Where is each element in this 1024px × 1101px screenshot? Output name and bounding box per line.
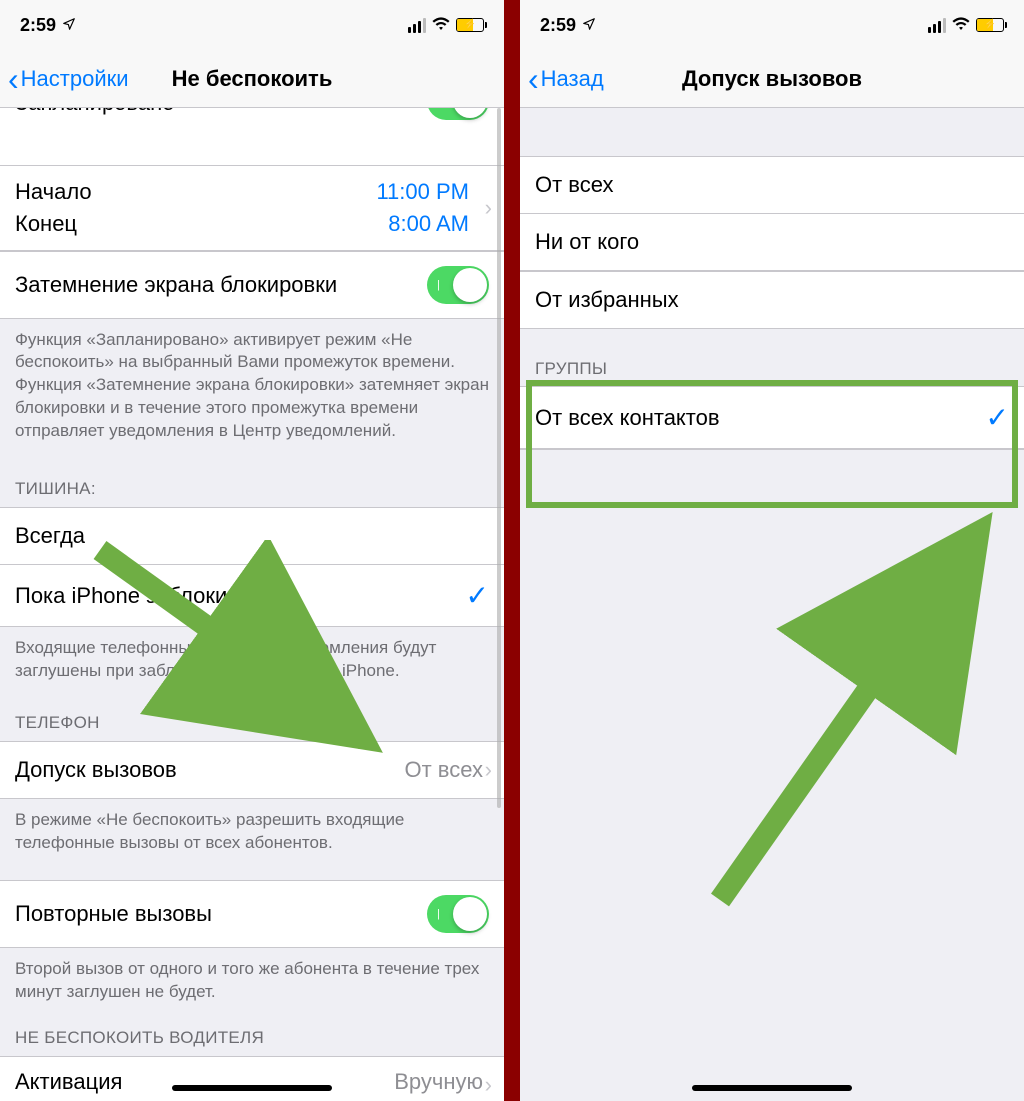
chevron-right-icon: › xyxy=(485,1072,492,1098)
content: От всех Ни от кого От избранных ГРУППЫ О… xyxy=(520,108,1024,450)
start-label: Начало xyxy=(15,179,92,205)
checkmark-icon: ✓ xyxy=(466,579,489,612)
groups-header: ГРУППЫ xyxy=(520,329,1024,387)
phone-header: ТЕЛЕФОН xyxy=(0,699,504,741)
repeat-calls-label: Повторные вызовы xyxy=(15,901,212,927)
option-noone[interactable]: Ни от кого xyxy=(520,213,1024,271)
chevron-left-icon: ‹ xyxy=(528,63,539,95)
status-time: 2:59 xyxy=(20,15,56,36)
allow-footer: В режиме «Не беспокоить» разрешить входя… xyxy=(0,799,504,871)
scheduled-label: Запланировано xyxy=(15,108,174,116)
repeat-calls-toggle[interactable]: | xyxy=(427,895,489,933)
chevron-right-icon: › xyxy=(485,757,492,783)
option-favorites[interactable]: От избранных xyxy=(520,271,1024,329)
back-label: Настройки xyxy=(21,66,129,92)
chevron-left-icon: ‹ xyxy=(8,63,19,95)
silence-always-row[interactable]: Всегда xyxy=(0,507,504,565)
repeat-footer: Второй вызов от одного и того же абонент… xyxy=(0,948,504,1020)
silence-locked-label: Пока iPhone заблокирован xyxy=(15,583,288,609)
option-all-contacts[interactable]: От всех контактов ✓ xyxy=(520,386,1024,449)
schedule-row[interactable]: Начало 11:00 PM Конец 8:00 AM › xyxy=(0,165,504,251)
screen-do-not-disturb: 2:59 ⚡ ‹ Настройки Не беспокоить Заплани… xyxy=(0,0,504,1101)
scheduled-toggle[interactable]: | xyxy=(427,108,489,120)
end-value: 8:00 AM xyxy=(388,211,489,237)
nav-bar: ‹ Настройки Не беспокоить xyxy=(0,50,504,108)
wifi-icon xyxy=(431,16,451,35)
back-button[interactable]: ‹ Назад xyxy=(528,63,604,95)
nav-title: Не беспокоить xyxy=(172,66,333,92)
status-bar: 2:59 ⚡ xyxy=(0,0,504,50)
battery-icon: ⚡ xyxy=(456,18,484,32)
allow-calls-label: Допуск вызовов xyxy=(15,757,177,783)
nav-bar: ‹ Назад Допуск вызовов xyxy=(520,50,1024,108)
chevron-right-icon: › xyxy=(485,195,492,221)
option-label: От всех xyxy=(535,172,614,198)
back-button[interactable]: ‹ Настройки xyxy=(8,63,129,95)
checkmark-icon: ✓ xyxy=(986,401,1009,434)
battery-icon: ⚡ xyxy=(976,18,1004,32)
status-time: 2:59 xyxy=(540,15,576,36)
driver-header: НЕ БЕСПОКОИТЬ ВОДИТЕЛЯ xyxy=(0,1020,504,1056)
screen-allow-calls: 2:59 ⚡ ‹ Назад Допуск вызовов От всех Ни… xyxy=(520,0,1024,1101)
location-icon xyxy=(582,17,596,34)
content: Запланировано | Начало 11:00 PM Конец 8:… xyxy=(0,108,504,1101)
activation-value: Вручную xyxy=(394,1069,489,1095)
signal-icon xyxy=(928,18,946,33)
back-label: Назад xyxy=(541,66,604,92)
start-value: 11:00 PM xyxy=(376,179,489,205)
dim-lock-label: Затемнение экрана блокировки xyxy=(15,272,337,298)
silence-header: ТИШИНА: xyxy=(0,459,504,507)
home-indicator[interactable] xyxy=(172,1085,332,1091)
location-icon xyxy=(62,17,76,34)
silence-footer: Входящие телефонные вызовы и уведомления… xyxy=(0,627,504,699)
silence-always-label: Всегда xyxy=(15,523,85,549)
scheduled-footer: Функция «Запланировано» активирует режим… xyxy=(0,319,504,460)
option-label: От избранных xyxy=(535,287,679,313)
status-bar: 2:59 ⚡ xyxy=(520,0,1024,50)
nav-title: Допуск вызовов xyxy=(682,66,862,92)
silence-locked-row[interactable]: Пока iPhone заблокирован ✓ xyxy=(0,564,504,627)
annotation-arrow xyxy=(670,500,1010,920)
activation-row[interactable]: Активация Вручную › xyxy=(0,1056,504,1101)
allow-calls-value: От всех xyxy=(405,757,490,783)
option-everyone[interactable]: От всех xyxy=(520,156,1024,214)
signal-icon xyxy=(408,18,426,33)
home-indicator[interactable] xyxy=(692,1085,852,1091)
option-label: Ни от кого xyxy=(535,229,639,255)
dim-lock-toggle[interactable]: | xyxy=(427,266,489,304)
repeat-calls-row[interactable]: Повторные вызовы | xyxy=(0,880,504,948)
screenshot-divider xyxy=(504,0,520,1101)
scroll-indicator[interactable] xyxy=(497,108,501,808)
scheduled-row[interactable]: Запланировано | xyxy=(0,108,504,166)
wifi-icon xyxy=(951,16,971,35)
activation-label: Активация xyxy=(15,1069,122,1095)
allow-calls-row[interactable]: Допуск вызовов От всех › xyxy=(0,741,504,799)
dim-lock-row[interactable]: Затемнение экрана блокировки | xyxy=(0,251,504,319)
end-label: Конец xyxy=(15,211,77,237)
option-label: От всех контактов xyxy=(535,405,720,431)
